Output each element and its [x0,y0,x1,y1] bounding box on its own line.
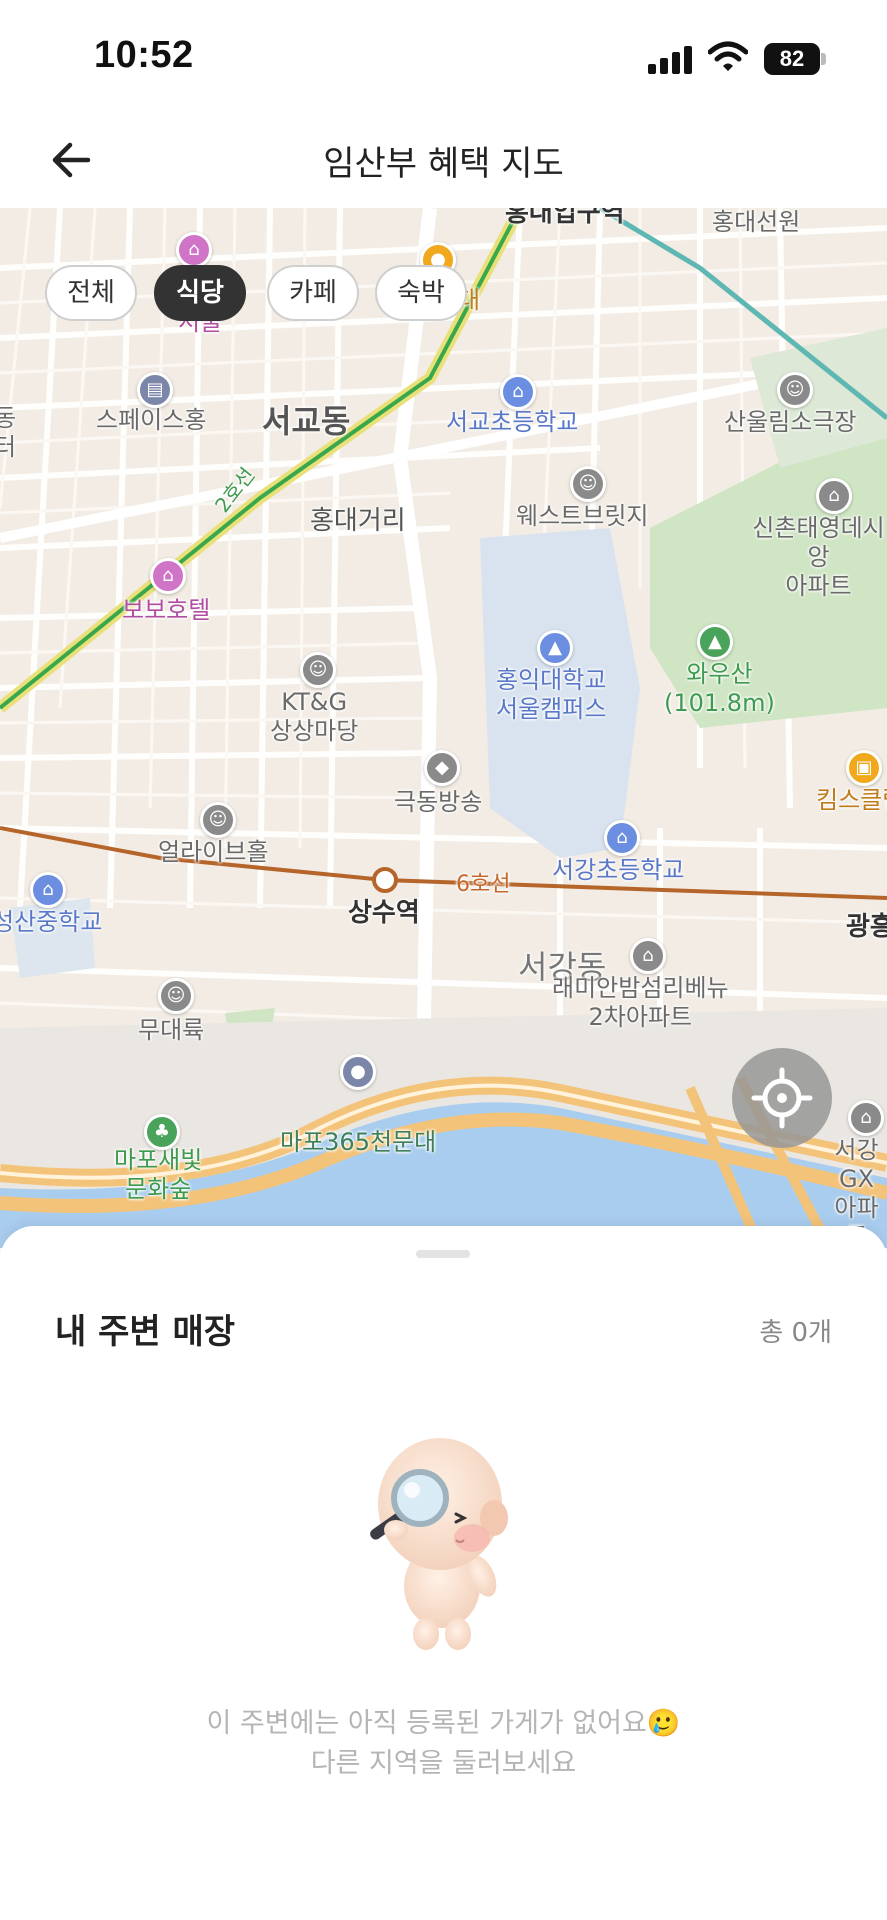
theater-marker-icon[interactable]: ☺ [200,802,236,838]
filter-chip-restaurant[interactable]: 식당 [154,265,246,321]
map-label: 극동방송 [394,788,483,816]
battery-icon: 82 [764,43,826,75]
filter-chip-cafe[interactable]: 카페 [267,265,359,321]
observatory-marker-icon[interactable]: ● [340,1054,376,1090]
empty-state-message: 이 주변에는 아직 등록된 가게가 없어요🥲 다른 지역을 둘러보세요 [0,1704,887,1784]
theater-marker-icon[interactable]: ☺ [570,466,606,502]
mart-marker-icon[interactable]: ▣ [846,750,882,786]
map-label: 와우산 (101.8m) [664,660,775,717]
theater-marker-icon[interactable]: ☺ [300,652,336,688]
map-label: 킴스클럽 [816,786,887,814]
map-label: 홍대거리 [310,506,406,536]
map-label: 홍익대학교 서울캠퍼스 [496,666,607,723]
building-marker-icon[interactable]: ▤ [137,372,173,408]
map-label: 래미안밤섬리베뉴 2차아파트 [552,974,729,1031]
nearby-stores-sheet[interactable]: 내 주변 매장 총 0개 이 주변에는 아직 등록된 가게가 없어요🥲 다른 지… [0,1226,887,1920]
map-label: 상수역 [348,898,420,928]
map-label: 웨스트브릿지 [516,502,649,530]
wifi-icon [707,40,749,74]
map-label: 성산중학교 [0,908,103,936]
school-marker-icon[interactable]: ⌂ [500,374,536,410]
mountain-marker-icon[interactable]: ▲ [697,624,733,660]
crosshair-icon [751,1067,813,1129]
map-label: KT&G 상상마당 [270,688,359,745]
apartment-marker-icon[interactable]: ⌂ [816,478,852,514]
theater-marker-icon[interactable]: ☺ [158,978,194,1014]
navigation-bar: 임산부 혜택 지도 [0,110,887,208]
cellular-signal-icon [648,44,694,74]
empty-message-line-2: 다른 지역을 둘러보세요 [310,1748,577,1779]
map-label: 6호선 [456,872,511,897]
hotel-marker-icon[interactable]: ⌂ [176,232,212,268]
theater-marker-icon[interactable]: ☺ [777,372,813,408]
map-label: 홍대입구역 [505,208,625,228]
map-label: 동 터 [0,404,17,461]
map-label: 마포365천문대 [280,1128,437,1156]
map-label: 홍대선원 [712,208,801,236]
university-marker-icon[interactable]: ▲ [537,630,573,666]
map-label: 신촌태영데시앙 아파트 [752,514,885,600]
map-label: 무대륙 [138,1016,205,1044]
hotel-marker-icon[interactable]: ⌂ [150,558,186,594]
battery-level: 82 [764,43,820,75]
map-label: 얼라이브홀 [158,838,269,866]
baby-magnifier-illustration [360,1426,520,1656]
status-time: 10:52 [94,34,194,76]
map-label: 스페이스홍 [96,406,207,434]
filter-chip-lodging[interactable]: 숙박 [375,265,467,321]
apartment-marker-icon[interactable]: ⌂ [630,938,666,974]
filter-chip-all[interactable]: 전체 [45,265,137,321]
school-marker-icon[interactable]: ⌂ [604,820,640,856]
empty-message-line-1: 이 주변에는 아직 등록된 가게가 없어요🥲 [206,1708,681,1739]
map-label: 마포새빛 문화숲 [114,1146,203,1203]
map-label: 서교동 [262,402,351,440]
store-count: 총 0개 [759,1318,832,1348]
current-location-button[interactable] [732,1048,832,1148]
apartment-marker-icon[interactable]: ⌂ [848,1100,884,1136]
map-label: 보보호텔 [122,596,211,624]
broadcast-marker-icon[interactable]: ◆ [424,750,460,786]
map-label: 산울림소극장 [724,408,857,436]
map-label: 광흥창역 [846,912,887,942]
school-marker-icon[interactable]: ⌂ [30,872,66,908]
map-label: 서강초등학교 [552,856,685,884]
sheet-title: 내 주변 매장 [55,1312,236,1352]
page-title: 임산부 혜택 지도 [323,144,564,184]
status-bar: 10:52 82 [0,0,887,110]
park-marker-icon[interactable]: ♣ [144,1114,180,1150]
map-label: 서교초등학교 [446,408,579,436]
sheet-drag-handle[interactable] [416,1250,470,1258]
